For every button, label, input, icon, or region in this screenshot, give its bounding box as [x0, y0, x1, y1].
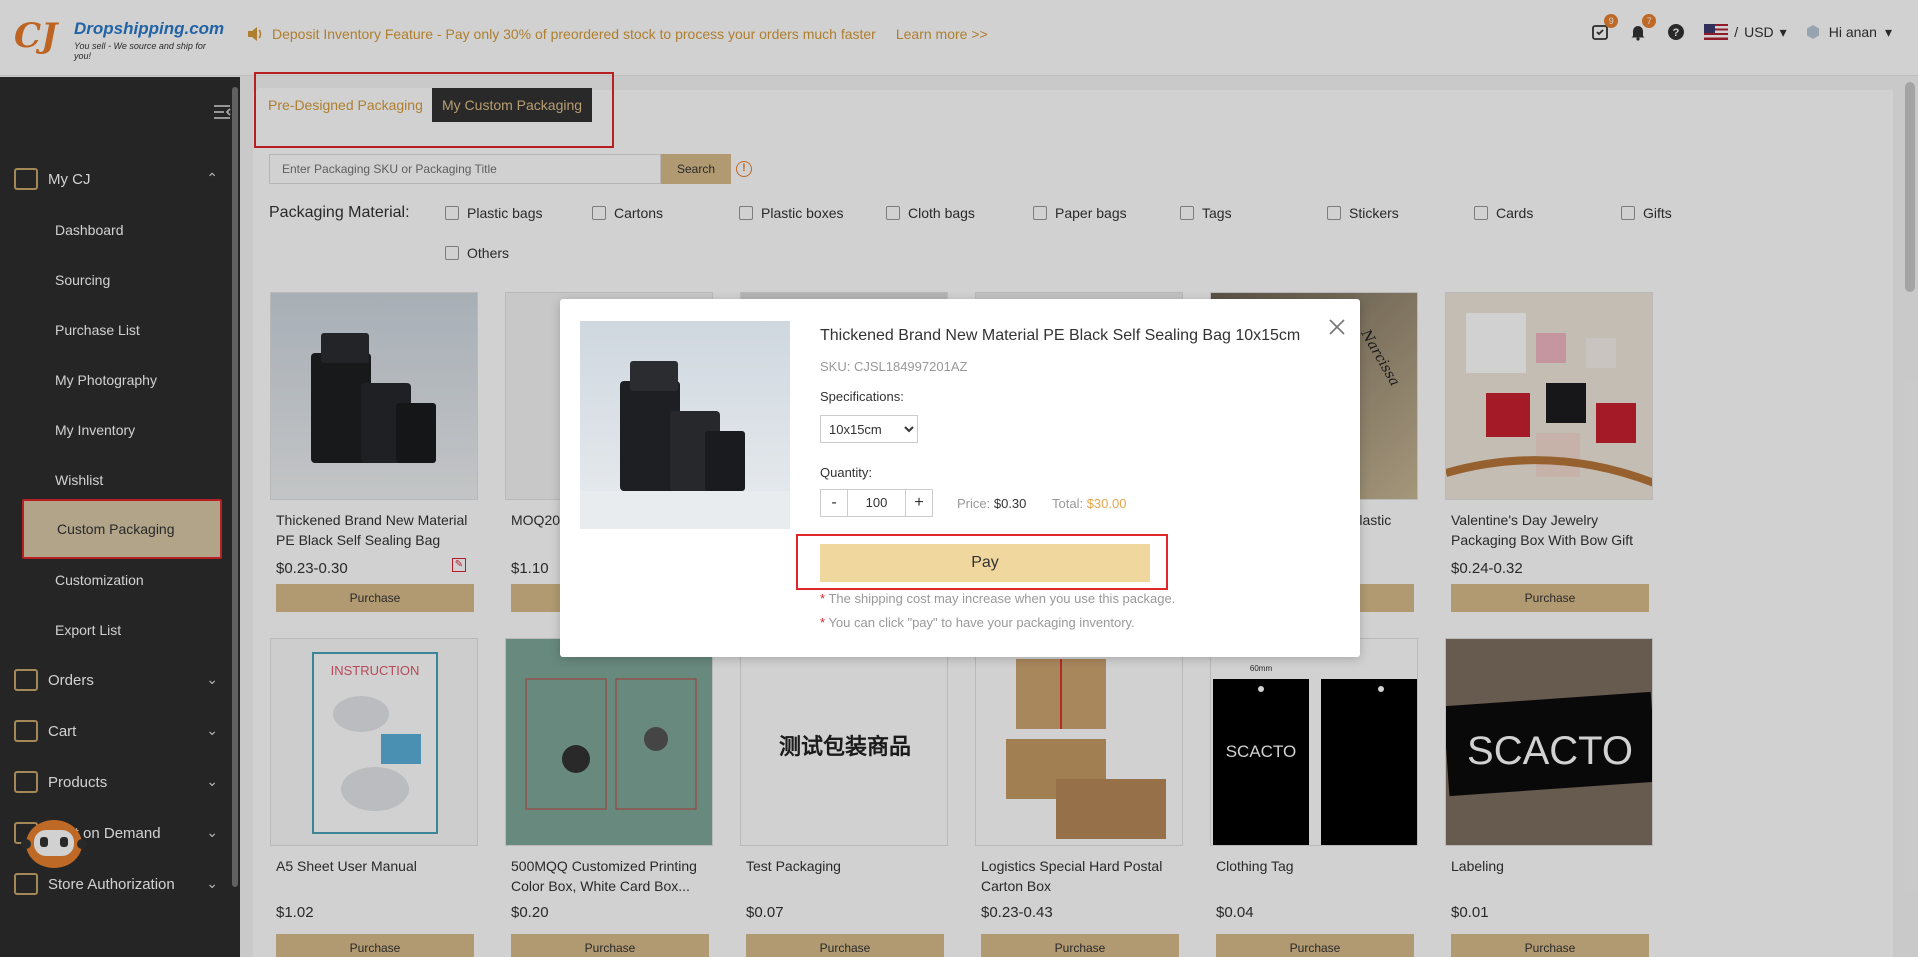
specification-select[interactable]: 10x15cm: [820, 415, 918, 443]
close-icon[interactable]: [1328, 315, 1346, 343]
modal-title: Thickened Brand New Material PE Black Se…: [820, 327, 1301, 344]
quantity-decrement-button[interactable]: -: [820, 489, 848, 517]
modal-sku: SKU: CJSL184997201AZ: [820, 359, 968, 374]
total-price: Total: $30.00: [1052, 496, 1127, 511]
shipping-note: * The shipping cost may increase when yo…: [820, 591, 1176, 606]
pay-button[interactable]: Pay: [820, 544, 1150, 582]
quantity-label: Quantity:: [820, 465, 873, 480]
quantity-increment-button[interactable]: +: [905, 489, 933, 517]
purchase-modal: Thickened Brand New Material PE Black Se…: [560, 299, 1360, 657]
specifications-label: Specifications:: [820, 389, 904, 404]
unit-price: Price: $0.30: [957, 496, 1027, 511]
inventory-note: * You can click "pay" to have your packa…: [820, 615, 1135, 630]
modal-product-image: [580, 321, 790, 529]
quantity-input[interactable]: 100: [848, 489, 905, 517]
